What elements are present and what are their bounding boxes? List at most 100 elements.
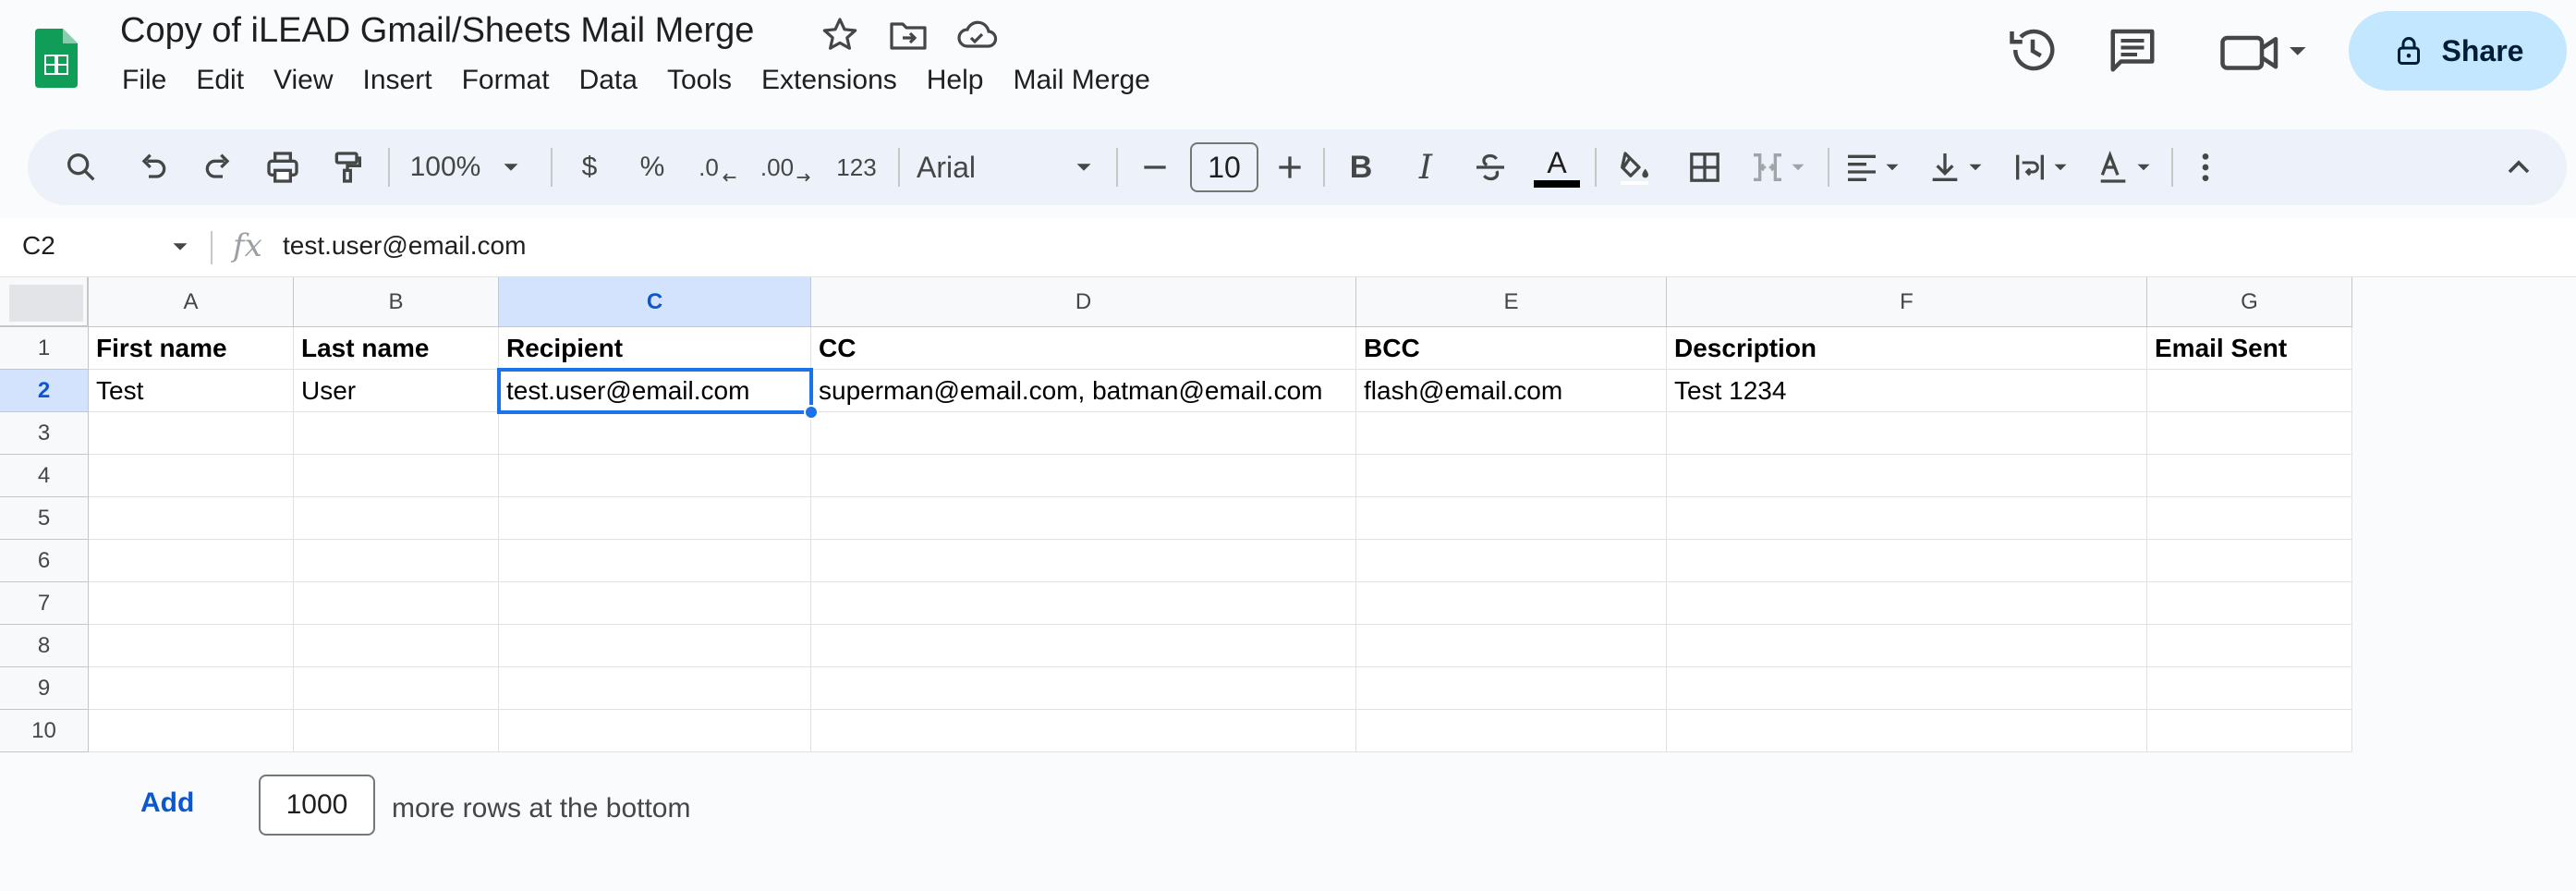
undo-button[interactable] — [128, 129, 179, 205]
cell-a10[interactable] — [89, 710, 294, 752]
row-header-10[interactable]: 10 — [0, 710, 89, 752]
cell-a9[interactable] — [89, 667, 294, 710]
menu-extensions[interactable]: Extensions — [761, 65, 897, 96]
cell-b4[interactable] — [294, 455, 499, 497]
cell-c2[interactable]: test.user@email.com — [499, 370, 811, 412]
row-header-2[interactable]: 2 — [0, 370, 89, 412]
fill-handle[interactable] — [804, 405, 819, 420]
cell-f8[interactable] — [1667, 625, 2147, 667]
version-history-icon[interactable] — [2005, 22, 2060, 78]
cell-a6[interactable] — [89, 540, 294, 582]
redo-button[interactable] — [192, 129, 244, 205]
cell-e6[interactable] — [1356, 540, 1667, 582]
cell-g8[interactable] — [2147, 625, 2352, 667]
cell-c5[interactable] — [499, 497, 811, 540]
cell-d5[interactable] — [811, 497, 1356, 540]
cell-d10[interactable] — [811, 710, 1356, 752]
cell-g5[interactable] — [2147, 497, 2352, 540]
star-icon[interactable] — [818, 13, 862, 57]
paint-format-button[interactable] — [322, 129, 373, 205]
cell-d8[interactable] — [811, 625, 1356, 667]
cell-c3[interactable] — [499, 412, 811, 455]
increase-decimal-button[interactable]: .00 — [752, 129, 822, 205]
column-header-e[interactable]: E — [1356, 277, 1667, 327]
cell-g9[interactable] — [2147, 667, 2352, 710]
italic-button[interactable]: I — [1399, 129, 1452, 205]
chevron-down-icon[interactable] — [166, 233, 194, 261]
add-rows-button[interactable]: Add — [140, 787, 194, 819]
cell-c7[interactable] — [499, 582, 811, 625]
cell-d9[interactable] — [811, 667, 1356, 710]
cell-b6[interactable] — [294, 540, 499, 582]
cell-c10[interactable] — [499, 710, 811, 752]
cell-a1[interactable]: First name — [89, 327, 294, 370]
row-header-7[interactable]: 7 — [0, 582, 89, 625]
cell-a5[interactable] — [89, 497, 294, 540]
column-header-b[interactable]: B — [294, 277, 499, 327]
rows-count-input[interactable]: 1000 — [259, 775, 375, 836]
menu-tools[interactable]: Tools — [667, 65, 732, 96]
borders-button[interactable] — [1678, 129, 1732, 205]
cell-f6[interactable] — [1667, 540, 2147, 582]
cell-a8[interactable] — [89, 625, 294, 667]
cell-b5[interactable] — [294, 497, 499, 540]
font-size-input[interactable]: 10 — [1190, 142, 1258, 192]
move-to-folder-icon[interactable] — [886, 13, 930, 57]
horizontal-align-button[interactable] — [1837, 129, 1911, 205]
menu-insert[interactable]: Insert — [363, 65, 432, 96]
cell-g1[interactable]: Email Sent — [2147, 327, 2352, 370]
column-header-c[interactable]: C — [499, 277, 811, 327]
cell-f9[interactable] — [1667, 667, 2147, 710]
cell-c6[interactable] — [499, 540, 811, 582]
cell-b1[interactable]: Last name — [294, 327, 499, 370]
cell-a3[interactable] — [89, 412, 294, 455]
cell-f3[interactable] — [1667, 412, 2147, 455]
row-header-9[interactable]: 9 — [0, 667, 89, 710]
formula-input[interactable]: test.user@email.com — [283, 231, 526, 261]
cell-b2[interactable]: User — [294, 370, 499, 412]
text-wrapping-button[interactable] — [2003, 129, 2081, 205]
cloud-saved-icon[interactable] — [954, 13, 999, 57]
row-header-5[interactable]: 5 — [0, 497, 89, 540]
format-currency-button[interactable]: $ — [564, 129, 615, 205]
cell-a7[interactable] — [89, 582, 294, 625]
text-color-button[interactable]: A — [1528, 129, 1586, 205]
cell-e1[interactable]: BCC — [1356, 327, 1667, 370]
merge-cells-button[interactable] — [1743, 129, 1817, 205]
row-header-3[interactable]: 3 — [0, 412, 89, 455]
cell-e8[interactable] — [1356, 625, 1667, 667]
cell-e7[interactable] — [1356, 582, 1667, 625]
menu-edit[interactable]: Edit — [196, 65, 244, 96]
hide-menus-button[interactable] — [2493, 129, 2545, 205]
cell-f7[interactable] — [1667, 582, 2147, 625]
vertical-align-button[interactable] — [1920, 129, 1994, 205]
column-header-f[interactable]: F — [1667, 277, 2147, 327]
cell-a2[interactable]: Test — [89, 370, 294, 412]
cell-f1[interactable]: Description — [1667, 327, 2147, 370]
cell-d2[interactable]: superman@email.com, batman@email.com — [811, 370, 1356, 412]
cell-d4[interactable] — [811, 455, 1356, 497]
cell-g6[interactable] — [2147, 540, 2352, 582]
cell-e2[interactable]: flash@email.com — [1356, 370, 1667, 412]
cell-g4[interactable] — [2147, 455, 2352, 497]
sheets-logo-icon[interactable] — [35, 24, 78, 92]
cell-g3[interactable] — [2147, 412, 2352, 455]
menu-format[interactable]: Format — [462, 65, 550, 96]
more-formats-button[interactable]: 123 — [828, 129, 885, 205]
cell-b9[interactable] — [294, 667, 499, 710]
column-header-d[interactable]: D — [811, 277, 1356, 327]
menu-mail-merge[interactable]: Mail Merge — [1013, 65, 1149, 96]
cell-c8[interactable] — [499, 625, 811, 667]
row-header-8[interactable]: 8 — [0, 625, 89, 667]
select-all-corner[interactable] — [0, 277, 89, 327]
font-select[interactable]: Arial — [913, 129, 1107, 205]
meet-video-icon[interactable] — [2216, 24, 2308, 79]
column-header-a[interactable]: A — [89, 277, 294, 327]
cell-g7[interactable] — [2147, 582, 2352, 625]
cell-d3[interactable] — [811, 412, 1356, 455]
cell-f2[interactable]: Test 1234 — [1667, 370, 2147, 412]
cell-e4[interactable] — [1356, 455, 1667, 497]
cell-g2[interactable] — [2147, 370, 2352, 412]
cell-a4[interactable] — [89, 455, 294, 497]
search-menus-button[interactable] — [55, 129, 107, 205]
